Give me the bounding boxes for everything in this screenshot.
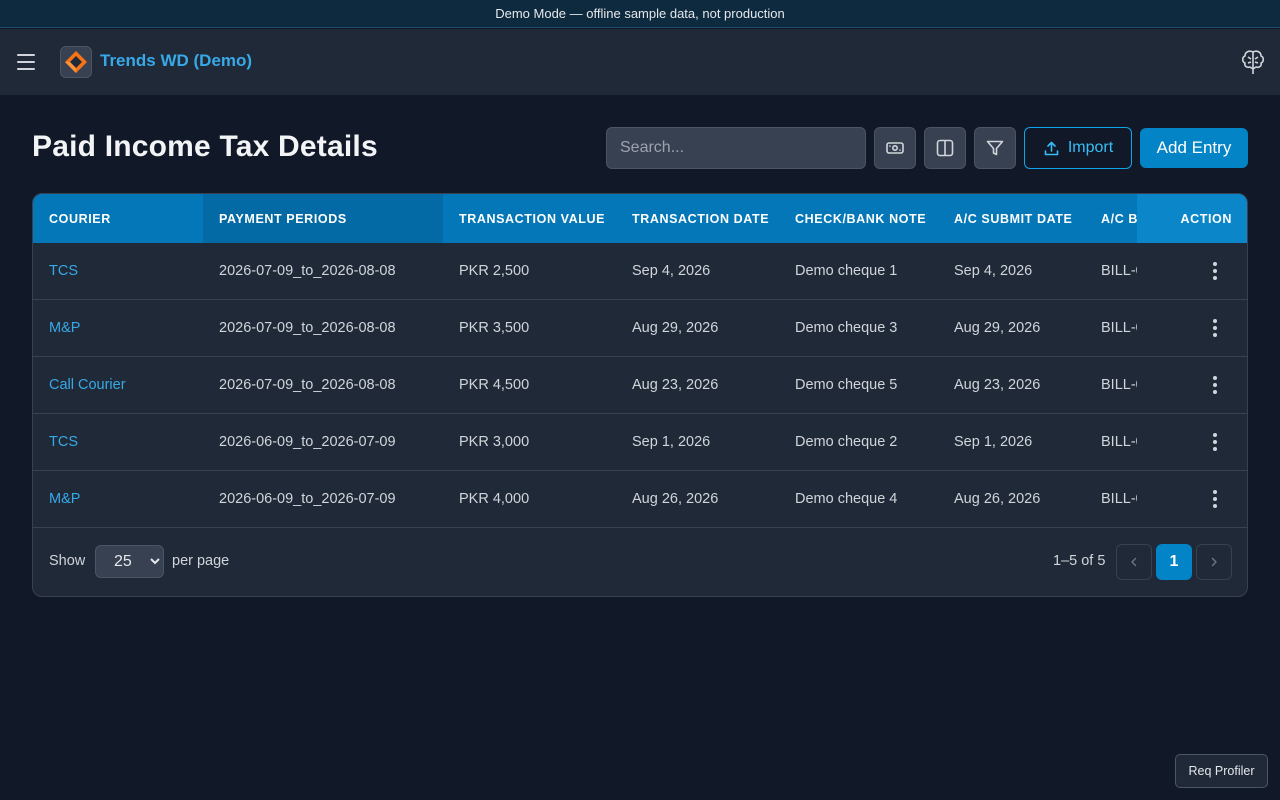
column-header-transaction-value[interactable]: TRANSACTION VALUE <box>459 194 624 243</box>
row-actions-menu-icon[interactable] <box>1203 430 1227 454</box>
column-header-ac-bill[interactable]: A/C B <box>1101 194 1137 243</box>
courier-link[interactable]: TCS <box>49 243 199 299</box>
chevron-right-icon <box>1211 557 1217 567</box>
table-row: TCS 2026-07-09_to_2026-08-08 PKR 2,500 S… <box>33 243 1247 300</box>
transaction-date-cell: Aug 23, 2026 <box>632 377 719 393</box>
row-actions-menu-icon[interactable] <box>1203 487 1227 511</box>
check-note-cell: Demo cheque 1 <box>795 263 898 279</box>
transaction-date-cell: Sep 1, 2026 <box>632 434 711 450</box>
transaction-value-cell: PKR 2,500 <box>459 263 530 279</box>
transaction-value-cell: PKR 3,500 <box>459 320 530 336</box>
columns-icon <box>936 139 954 157</box>
columns-toggle-button[interactable] <box>924 127 966 169</box>
submit-date-cell: Sep 1, 2026 <box>954 434 1033 450</box>
check-note-cell: Demo cheque 5 <box>795 377 898 393</box>
courier-link[interactable]: TCS <box>49 414 199 470</box>
bill-cell: BILL-0 <box>1101 377 1137 393</box>
column-header-payment-periods[interactable]: PAYMENT PERIODS <box>219 194 439 243</box>
bill-cell: BILL-0 <box>1101 434 1137 450</box>
check-note-cell: Demo cheque 3 <box>795 320 898 336</box>
submit-date-cell: Sep 4, 2026 <box>954 263 1033 279</box>
filter-icon <box>986 140 1004 156</box>
import-label: Import <box>1067 139 1114 156</box>
hamburger-menu-icon[interactable] <box>17 51 39 73</box>
filter-button[interactable] <box>974 127 1016 169</box>
courier-link[interactable]: Call Courier <box>49 357 199 413</box>
previous-page-button[interactable] <box>1116 544 1152 580</box>
column-header-ac-submit-date[interactable]: A/C SUBMIT DATE <box>954 194 1094 243</box>
column-header-transaction-date[interactable]: TRANSACTION DATE <box>632 194 787 243</box>
pagination-range: 1–5 of 5 <box>1053 553 1106 569</box>
payment-period-cell: 2026-07-09_to_2026-08-08 <box>219 263 396 279</box>
cash-toggle-button[interactable] <box>874 127 916 169</box>
row-actions-menu-icon[interactable] <box>1203 259 1227 283</box>
cash-icon <box>886 142 904 154</box>
transaction-value-cell: PKR 3,000 <box>459 434 530 450</box>
transaction-value-cell: PKR 4,000 <box>459 491 530 507</box>
bill-cell: BILL-0 <box>1101 320 1137 336</box>
courier-link[interactable]: M&P <box>49 300 199 356</box>
tax-details-table: COURIER PAYMENT PERIODS TRANSACTION VALU… <box>32 193 1248 597</box>
table-row: M&P 2026-07-09_to_2026-08-08 PKR 3,500 A… <box>33 300 1247 357</box>
table-row: Call Courier 2026-07-09_to_2026-08-08 PK… <box>33 357 1247 414</box>
app-logo-icon <box>60 46 92 78</box>
submit-date-cell: Aug 29, 2026 <box>954 320 1041 336</box>
transaction-date-cell: Aug 29, 2026 <box>632 320 719 336</box>
submit-date-cell: Aug 26, 2026 <box>954 491 1041 507</box>
upload-icon <box>1044 141 1059 155</box>
per-page-label: per page <box>172 553 230 569</box>
payment-period-cell: 2026-07-09_to_2026-08-08 <box>219 320 396 336</box>
demo-mode-banner: Demo Mode — offline sample data, not pro… <box>0 0 1280 28</box>
row-actions-menu-icon[interactable] <box>1203 316 1227 340</box>
brand-name[interactable]: Trends WD (Demo) <box>100 51 252 71</box>
check-note-cell: Demo cheque 2 <box>795 434 898 450</box>
import-button[interactable]: Import <box>1024 127 1132 169</box>
column-header-check-bank-note[interactable]: CHECK/BANK NOTE <box>795 194 945 243</box>
brain-profile-icon[interactable] <box>1240 48 1266 76</box>
payment-period-cell: 2026-07-09_to_2026-08-08 <box>219 377 396 393</box>
transaction-date-cell: Sep 4, 2026 <box>632 263 711 279</box>
next-page-button[interactable] <box>1196 544 1232 580</box>
page-title: Paid Income Tax Details <box>32 130 378 163</box>
transaction-date-cell: Aug 26, 2026 <box>632 491 719 507</box>
demo-banner-text: Demo Mode — offline sample data, not pro… <box>495 6 785 21</box>
transaction-value-cell: PKR 4,500 <box>459 377 530 393</box>
chevron-left-icon <box>1131 557 1137 567</box>
bill-cell: BILL-0 <box>1101 491 1137 507</box>
search-input[interactable] <box>606 127 866 169</box>
row-actions-menu-icon[interactable] <box>1203 373 1227 397</box>
table-header: COURIER PAYMENT PERIODS TRANSACTION VALU… <box>33 194 1247 243</box>
per-page-select[interactable]: 25 <box>95 545 164 578</box>
add-entry-button[interactable]: Add Entry <box>1140 128 1248 168</box>
req-profiler-button[interactable]: Req Profiler <box>1175 754 1268 788</box>
bill-cell: BILL-0 <box>1101 263 1137 279</box>
payment-period-cell: 2026-06-09_to_2026-07-09 <box>219 434 396 450</box>
column-header-action: ACTION <box>1137 194 1247 243</box>
submit-date-cell: Aug 23, 2026 <box>954 377 1041 393</box>
table-row: M&P 2026-06-09_to_2026-07-09 PKR 4,000 A… <box>33 471 1247 528</box>
check-note-cell: Demo cheque 4 <box>795 491 898 507</box>
courier-link[interactable]: M&P <box>49 471 199 527</box>
payment-period-cell: 2026-06-09_to_2026-07-09 <box>219 491 396 507</box>
show-label: Show <box>49 553 86 569</box>
table-row: TCS 2026-06-09_to_2026-07-09 PKR 3,000 S… <box>33 414 1247 471</box>
column-header-courier[interactable]: COURIER <box>49 194 199 243</box>
page-1-button[interactable]: 1 <box>1156 544 1192 580</box>
top-navbar: Trends WD (Demo) <box>0 29 1280 95</box>
